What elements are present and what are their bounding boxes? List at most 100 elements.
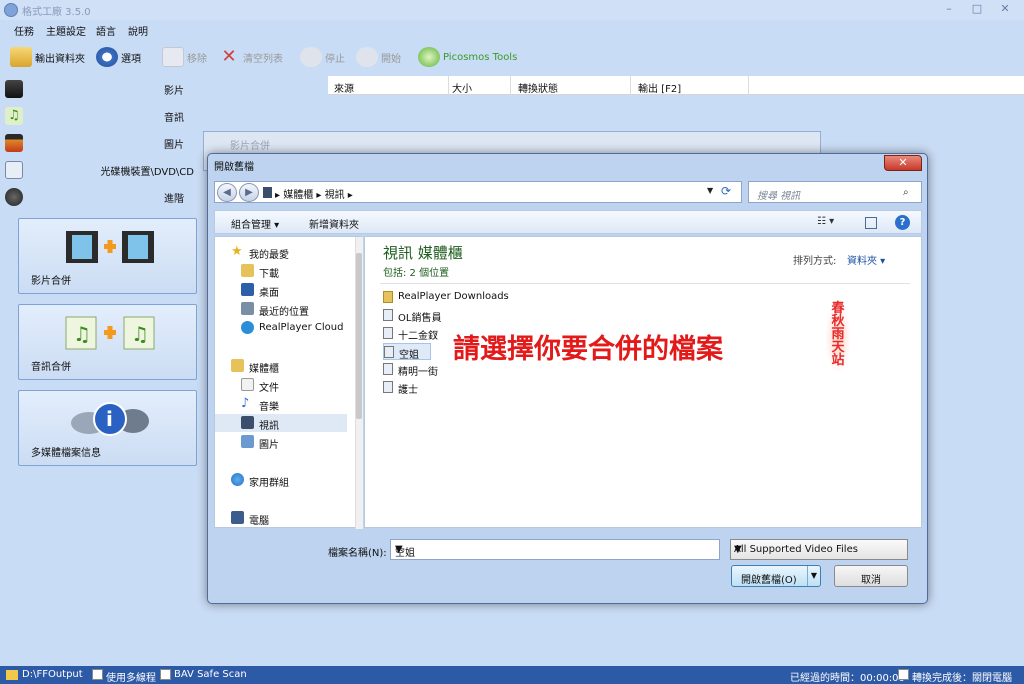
- title-bar: 格式工廠 3.5.0 – □ ✕: [0, 0, 1024, 20]
- audio-merge-icon: ♫ ♫: [65, 316, 155, 350]
- picture-icon: [5, 134, 23, 152]
- cancel-button[interactable]: 取消: [834, 565, 908, 587]
- nav-scrollbar-thumb[interactable]: [356, 253, 362, 419]
- elapsed-time: 已經過的時間：00:00:00: [790, 673, 905, 684]
- watermark-stamp: 春秋雨天站: [825, 302, 851, 374]
- homegroup-icon: [231, 473, 244, 486]
- search-input[interactable]: 搜尋 視訊 ⌕: [748, 181, 922, 203]
- media-info-button[interactable]: i 多媒體檔案信息: [18, 390, 197, 466]
- menu-task[interactable]: 任務: [14, 23, 34, 38]
- clear-list-button[interactable]: ✕ 清空列表: [218, 44, 283, 70]
- col-status[interactable]: 轉換狀態: [518, 80, 558, 95]
- breadcrumb[interactable]: ▸ 媒體櫃 ▸ 視訊 ▸: [275, 186, 353, 201]
- after-convert-checkbox[interactable]: [898, 669, 909, 680]
- open-split-dropdown[interactable]: ▼: [807, 566, 820, 586]
- video-file-icon: [383, 309, 393, 321]
- recent-icon: [241, 302, 254, 315]
- col-size[interactable]: 大小: [452, 80, 472, 95]
- nav-recent[interactable]: 最近的位置: [215, 300, 353, 318]
- nav-libraries[interactable]: 媒體櫃: [215, 357, 353, 375]
- libraries-icon: [231, 359, 244, 372]
- list-item-selected[interactable]: 空姐: [383, 343, 431, 361]
- computer-icon: [231, 511, 244, 524]
- video-file-icon: [383, 363, 393, 375]
- new-folder-button[interactable]: 新增資料夾: [309, 216, 359, 231]
- menu-help[interactable]: 說明: [128, 23, 148, 38]
- remove-button[interactable]: 移除: [162, 44, 207, 70]
- menu-theme[interactable]: 主題設定: [46, 23, 86, 38]
- sort-dropdown[interactable]: 資料夾 ▾: [847, 252, 885, 267]
- folder-icon: [10, 47, 32, 67]
- library-title: 視訊 媒體櫃: [383, 244, 463, 262]
- menu-language[interactable]: 語言: [96, 23, 116, 38]
- app-icon: [4, 3, 18, 17]
- col-source[interactable]: 來源: [334, 80, 354, 95]
- maximize-button[interactable]: □: [966, 2, 988, 17]
- output-folder-button[interactable]: 輸出資料夾: [10, 44, 85, 70]
- category-picture[interactable]: 圖片: [0, 130, 200, 156]
- history-dropdown-icon[interactable]: ▼: [707, 186, 713, 195]
- picosmos-tools-button[interactable]: Picosmos Tools: [418, 44, 517, 70]
- nav-pictures[interactable]: 圖片: [215, 433, 353, 451]
- nav-music[interactable]: ♪ 音樂: [215, 395, 353, 413]
- sort-label: 排列方式:: [793, 256, 837, 267]
- forward-icon[interactable]: ▶: [239, 183, 259, 202]
- svg-text:♫: ♫: [131, 322, 149, 346]
- view-options-icon[interactable]: ☷ ▾: [817, 216, 834, 227]
- star-icon: ★: [231, 244, 243, 259]
- audio-merge-button[interactable]: ♫ ♫ 音訊合併: [18, 304, 197, 380]
- nav-videos[interactable]: 視訊: [215, 414, 347, 432]
- nav-desktop[interactable]: 桌面: [215, 281, 353, 299]
- col-output[interactable]: 輸出 [F2]: [638, 80, 681, 95]
- start-button[interactable]: 開始: [356, 44, 401, 70]
- search-icon: ⌕: [903, 187, 909, 198]
- dialog-title: 開啟舊檔: [214, 162, 254, 173]
- bav-label: BAV Safe Scan: [174, 669, 247, 680]
- multithread-checkbox[interactable]: ✓: [92, 669, 103, 680]
- status-bar: D:\FFOutput ✓ 使用多線程 ✓ BAV Safe Scan 已經過的…: [0, 666, 1024, 684]
- music-icon: ♫: [5, 107, 23, 125]
- library-icon: [263, 187, 272, 198]
- stop-icon: [300, 47, 322, 67]
- filename-input[interactable]: 空姐 ▼: [390, 539, 720, 560]
- options-button[interactable]: 選項: [96, 44, 141, 70]
- filename-label: 檔案名稱(N):: [328, 548, 387, 559]
- library-locations-link[interactable]: 包括: 2 個位置: [383, 264, 449, 279]
- divider: [380, 283, 910, 284]
- file-content-pane: 視訊 媒體櫃 包括: 2 個位置 排列方式: 資料夾 ▾ RealPlayer …: [364, 236, 922, 528]
- open-file-dialog: 開啟舊檔 ✕ ◀ ▶ ▸ 媒體櫃 ▸ 視訊 ▸ ▼ ⟳ 搜尋 視訊 ⌕ 組合管理…: [207, 153, 928, 604]
- chevron-down-icon[interactable]: ▼: [395, 544, 716, 555]
- folder-icon: [383, 291, 393, 303]
- category-advanced[interactable]: 進階: [0, 184, 200, 210]
- command-bar: 組合管理 ▾ 新增資料夾 ☷ ▾ ?: [214, 210, 922, 234]
- documents-icon: [241, 378, 254, 391]
- back-icon[interactable]: ◀: [217, 183, 237, 202]
- output-path[interactable]: D:\FFOutput: [22, 669, 83, 680]
- after-convert-label: 轉換完成後：關閉電腦: [912, 673, 1012, 684]
- nav-favorites[interactable]: ★ 我的最愛: [215, 243, 353, 261]
- category-audio[interactable]: ♫ 音訊: [0, 103, 200, 129]
- address-bar[interactable]: ◀ ▶ ▸ 媒體櫃 ▸ 視訊 ▸ ▼ ⟳: [214, 181, 742, 203]
- help-icon[interactable]: ?: [895, 215, 910, 230]
- organize-menu[interactable]: 組合管理 ▾: [231, 216, 279, 231]
- refresh-icon[interactable]: ⟳: [721, 184, 731, 198]
- nav-documents[interactable]: 文件: [215, 376, 353, 394]
- video-merge-button[interactable]: 影片合併: [18, 218, 197, 294]
- nav-homegroup[interactable]: 家用群組: [215, 471, 353, 489]
- minimize-button[interactable]: –: [938, 2, 960, 17]
- nav-realplayer-cloud[interactable]: RealPlayer Cloud: [215, 319, 353, 337]
- nav-computer[interactable]: 電腦: [215, 509, 353, 527]
- category-dvd[interactable]: 光碟機裝置\DVD\CD: [0, 157, 200, 183]
- stop-button[interactable]: 停止: [300, 44, 345, 70]
- merge-dialog-title: 影片合併: [230, 141, 270, 152]
- preview-pane-icon[interactable]: [865, 217, 877, 229]
- videos-icon: [241, 416, 254, 429]
- folder-icon: [6, 670, 18, 680]
- nav-downloads[interactable]: 下載: [215, 262, 353, 280]
- close-button[interactable]: ✕: [994, 2, 1016, 17]
- filetype-select[interactable]: All Supported Video Files ▼: [730, 539, 908, 560]
- bav-checkbox[interactable]: ✓: [160, 669, 171, 680]
- dialog-close-button[interactable]: ✕: [884, 155, 922, 171]
- category-video[interactable]: 影片: [0, 76, 200, 102]
- music-note-icon: ♪: [241, 396, 250, 411]
